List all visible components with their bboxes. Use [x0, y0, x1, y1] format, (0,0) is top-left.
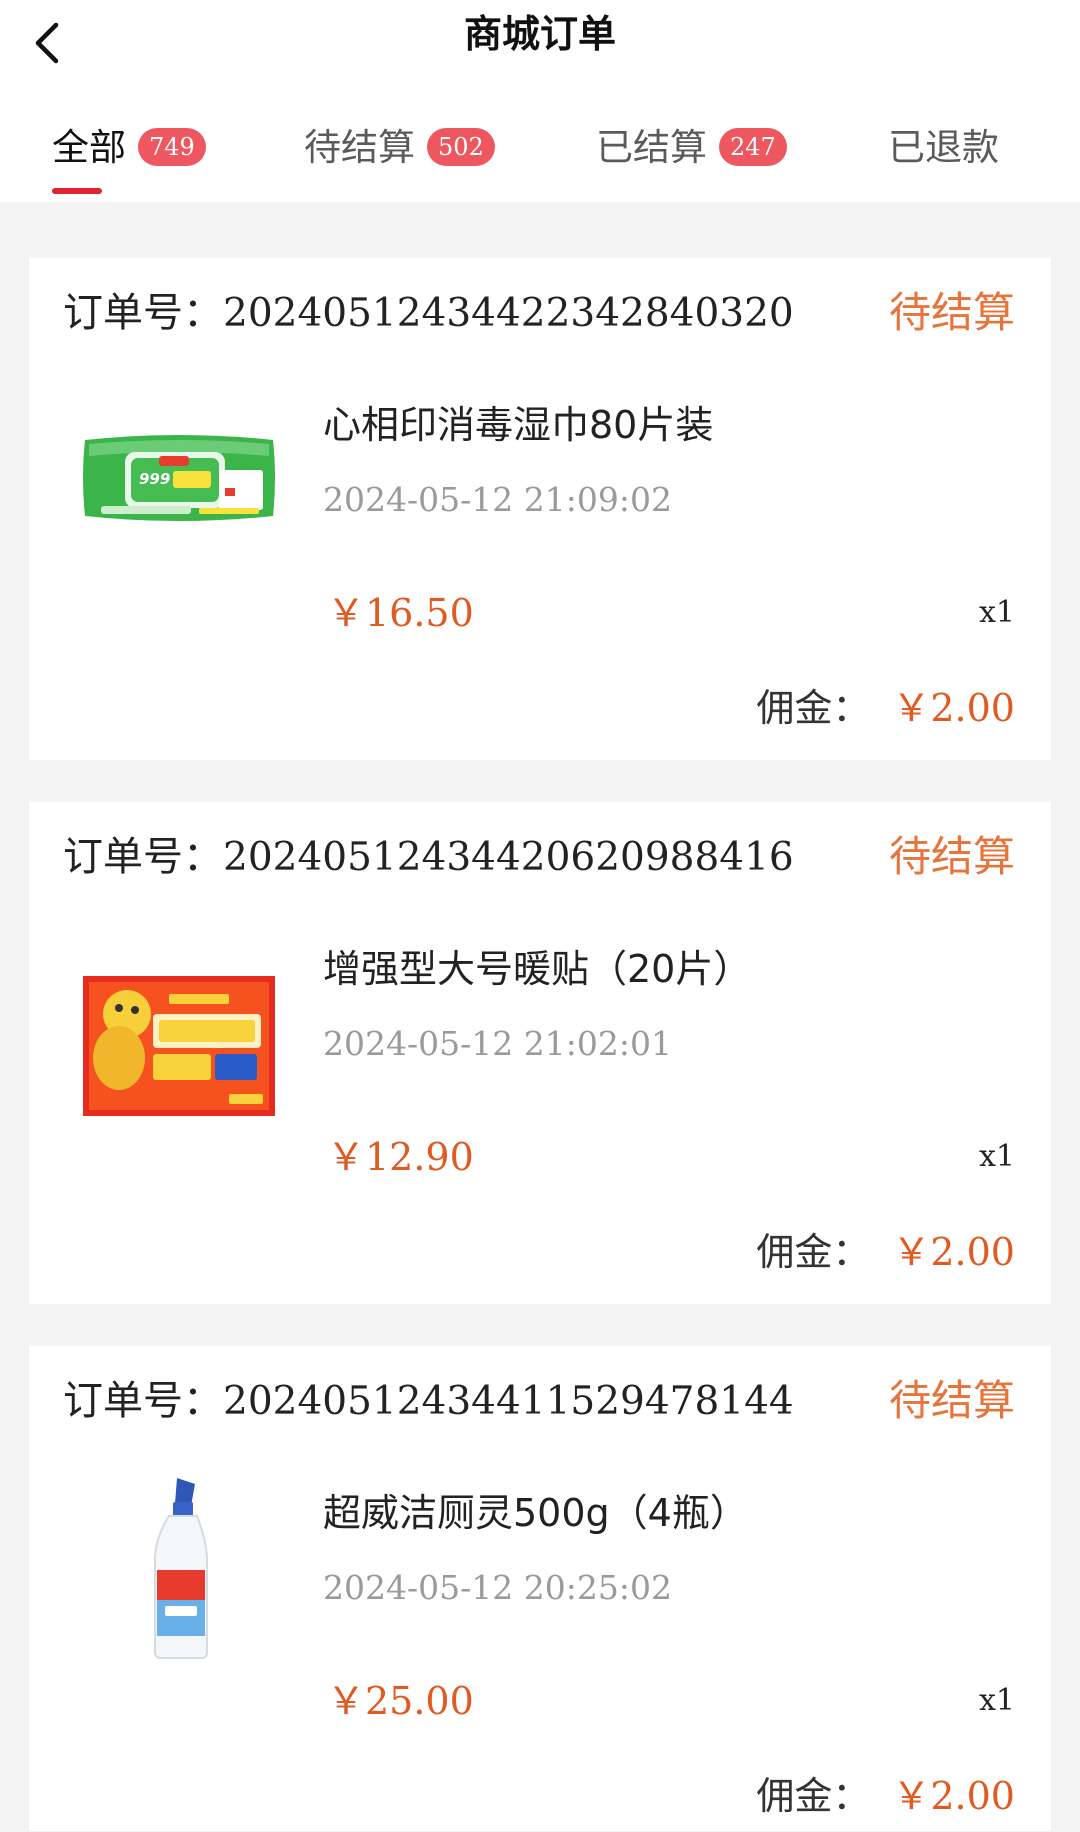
- order-time: 2024-05-12 20:25:02: [323, 1568, 672, 1607]
- product-image[interactable]: 999: [79, 378, 279, 578]
- order-tab-bar: 全部 749 待结算 502 已结算 247 已退款: [0, 108, 1080, 202]
- wet-wipes-pack-image: 999: [83, 435, 275, 521]
- commission-value: ￥2.00: [892, 686, 1015, 730]
- product-quantity: x1: [978, 1683, 1015, 1718]
- product-quantity: x1: [978, 595, 1015, 630]
- order-card[interactable]: 订单号：20240512434422342840320 待结算 999 心相印消…: [29, 258, 1051, 760]
- order-number-label: 订单号：: [63, 1378, 223, 1424]
- product-quantity: x1: [978, 1139, 1015, 1174]
- product-image[interactable]: [79, 1466, 279, 1666]
- order-status: 待结算: [888, 288, 1015, 337]
- tab-refunded[interactable]: 已退款: [888, 108, 999, 202]
- order-number-row: 订单号：20240512434411529478144: [63, 1373, 794, 1430]
- app-header: 商城订单 全部 749 待结算 502 已结算 247 已退款: [0, 0, 1080, 202]
- svg-text:999: 999: [139, 470, 170, 488]
- order-card[interactable]: 订单号：20240512434420620988416 待结算 增强型大号暖贴（…: [29, 802, 1051, 1304]
- order-number-row: 订单号：20240512434422342840320: [63, 285, 794, 342]
- commission-row: 佣金： ￥2.00: [756, 680, 1015, 744]
- tab-refunded-label: 已退款: [888, 126, 999, 169]
- commission-row: 佣金： ￥2.00: [756, 1768, 1015, 1832]
- tab-pending-settlement[interactable]: 待结算 502: [304, 108, 495, 202]
- commission-label: 佣金：: [756, 686, 871, 730]
- commission-label: 佣金：: [756, 1230, 871, 1274]
- tab-all[interactable]: 全部 749: [52, 108, 206, 202]
- product-price: ￥25.00: [327, 1679, 474, 1723]
- commission-label: 佣金：: [756, 1774, 871, 1818]
- order-number-label: 订单号：: [63, 834, 223, 880]
- commission-row: 佣金： ￥2.00: [756, 1224, 1015, 1288]
- commission-value: ￥2.00: [892, 1230, 1015, 1274]
- product-name: 超威洁厕灵500g（4瓶）: [323, 1491, 748, 1535]
- product-price: ￥16.50: [327, 591, 474, 635]
- tab-settled-label: 已结算: [596, 126, 707, 169]
- commission-value: ￥2.00: [892, 1774, 1015, 1818]
- product-image[interactable]: [79, 922, 279, 1122]
- heat-patch-box-image: [83, 976, 275, 1116]
- order-number-label: 订单号：: [63, 290, 223, 336]
- order-card[interactable]: 订单号：20240512434411529478144 待结算 超威洁厕灵500…: [29, 1346, 1051, 1831]
- product-name: 增强型大号暖贴（20片）: [323, 947, 752, 991]
- order-status: 待结算: [888, 1376, 1015, 1425]
- product-price: ￥12.90: [327, 1135, 474, 1179]
- order-status: 待结算: [888, 832, 1015, 881]
- tab-pending-settlement-label: 待结算: [304, 126, 415, 169]
- toilet-cleaner-bottle-image: [154, 1478, 208, 1659]
- page-title: 商城订单: [463, 12, 616, 56]
- product-name: 心相印消毒湿巾80片装: [323, 403, 714, 447]
- tab-settled[interactable]: 已结算 247: [596, 108, 787, 202]
- tab-pending-settlement-count-badge: 502: [427, 128, 495, 166]
- order-number-value: 20240512434420620988416: [223, 835, 794, 880]
- order-time: 2024-05-12 21:09:02: [323, 480, 672, 519]
- order-number-row: 订单号：20240512434420620988416: [63, 829, 794, 886]
- tab-all-label: 全部: [52, 126, 126, 169]
- order-time: 2024-05-12 21:02:01: [323, 1024, 672, 1063]
- order-number-value: 20240512434422342840320: [223, 291, 794, 336]
- tab-settled-count-badge: 247: [719, 128, 787, 166]
- order-number-value: 20240512434411529478144: [223, 1379, 794, 1424]
- tab-all-count-badge: 749: [138, 128, 206, 166]
- active-tab-indicator: [52, 188, 102, 194]
